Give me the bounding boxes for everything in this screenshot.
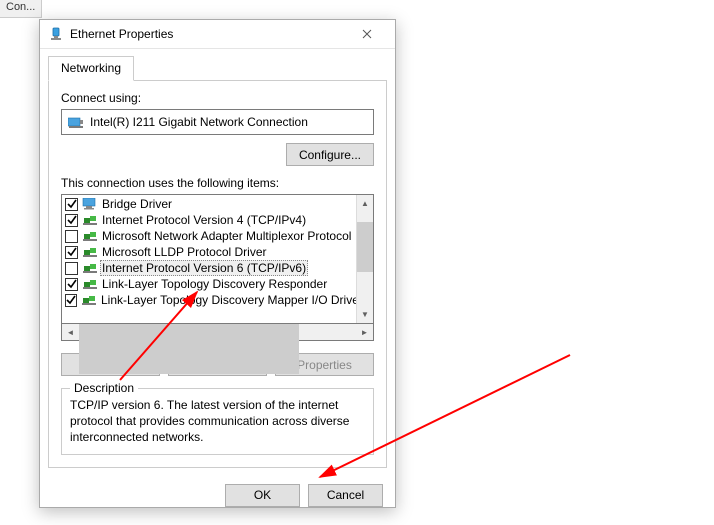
list-item-label: Bridge Driver <box>102 197 172 211</box>
list-item-label: Microsoft Network Adapter Multiplexor Pr… <box>102 229 351 243</box>
checkbox[interactable] <box>65 262 78 275</box>
configure-button[interactable]: Configure... <box>286 143 374 166</box>
list-item[interactable]: Internet Protocol Version 4 (TCP/IPv4) <box>63 212 355 228</box>
description-text: TCP/IP version 6. The latest version of … <box>70 397 365 446</box>
list-item[interactable]: Bridge Driver <box>63 196 355 212</box>
adapter-name: Intel(R) I211 Gigabit Network Connection <box>90 115 308 129</box>
background-window-tab: Con... <box>0 0 42 18</box>
description-label: Description <box>70 381 138 395</box>
close-button[interactable] <box>347 20 387 48</box>
checkbox[interactable] <box>65 278 78 291</box>
ethernet-properties-dialog: Ethernet Properties Networking Connect u… <box>39 19 396 508</box>
scroll-left-button[interactable]: ◄ <box>62 324 79 340</box>
ok-button[interactable]: OK <box>225 484 300 507</box>
list-item-label: Internet Protocol Version 6 (TCP/IPv6) <box>100 260 308 276</box>
hscroll-track[interactable] <box>79 324 356 340</box>
tab-panel: Connect using: Intel(R) I211 Gigabit Net… <box>48 80 387 468</box>
vertical-scrollbar[interactable]: ▲ ▼ <box>356 195 373 323</box>
dialog-title: Ethernet Properties <box>70 27 347 41</box>
scroll-up-button[interactable]: ▲ <box>357 195 373 212</box>
checkbox[interactable] <box>65 294 77 307</box>
list-item[interactable]: Microsoft Network Adapter Multiplexor Pr… <box>63 228 355 244</box>
scroll-track[interactable] <box>357 212 373 306</box>
list-item-label: Link-Layer Topology Discovery Responder <box>102 277 327 291</box>
ethernet-icon <box>48 26 64 42</box>
network-protocol-icon <box>81 294 97 306</box>
list-item[interactable]: Internet Protocol Version 6 (TCP/IPv6) <box>63 260 355 276</box>
horizontal-scrollbar[interactable]: ◄ ► <box>61 324 374 341</box>
scroll-down-button[interactable]: ▼ <box>357 306 373 323</box>
list-item-label: Link-Layer Topology Discovery Mapper I/O… <box>101 293 356 307</box>
checkbox[interactable] <box>65 198 78 211</box>
tab-networking[interactable]: Networking <box>48 56 134 81</box>
cancel-button[interactable]: Cancel <box>308 484 383 507</box>
list-item-label: Internet Protocol Version 4 (TCP/IPv4) <box>102 213 306 227</box>
network-protocol-icon <box>82 278 98 290</box>
network-protocol-icon <box>82 214 98 226</box>
description-group: Description TCP/IP version 6. The latest… <box>61 388 374 455</box>
hscroll-thumb[interactable] <box>79 324 299 374</box>
scroll-right-button[interactable]: ► <box>356 324 373 340</box>
list-item-label: Microsoft LLDP Protocol Driver <box>102 245 267 259</box>
tabstrip: Networking <box>40 49 395 80</box>
network-protocol-icon <box>82 262 98 274</box>
checkbox[interactable] <box>65 246 78 259</box>
list-item[interactable]: Microsoft LLDP Protocol Driver <box>63 244 355 260</box>
network-protocol-icon <box>82 230 98 242</box>
items-label: This connection uses the following items… <box>61 176 374 190</box>
adapter-box: Intel(R) I211 Gigabit Network Connection <box>61 109 374 135</box>
checkbox[interactable] <box>65 214 78 227</box>
nic-icon <box>68 114 84 130</box>
items-listbox[interactable]: Bridge Driver Internet Protocol Version 4… <box>61 194 374 324</box>
network-protocol-icon <box>82 246 98 258</box>
titlebar: Ethernet Properties <box>40 20 395 49</box>
list-item[interactable]: Link-Layer Topology Discovery Mapper I/O… <box>63 292 355 308</box>
monitor-icon <box>82 198 98 210</box>
connect-using-label: Connect using: <box>61 91 374 105</box>
list-item[interactable]: Link-Layer Topology Discovery Responder <box>63 276 355 292</box>
checkbox[interactable] <box>65 230 78 243</box>
scroll-thumb[interactable] <box>357 222 373 272</box>
